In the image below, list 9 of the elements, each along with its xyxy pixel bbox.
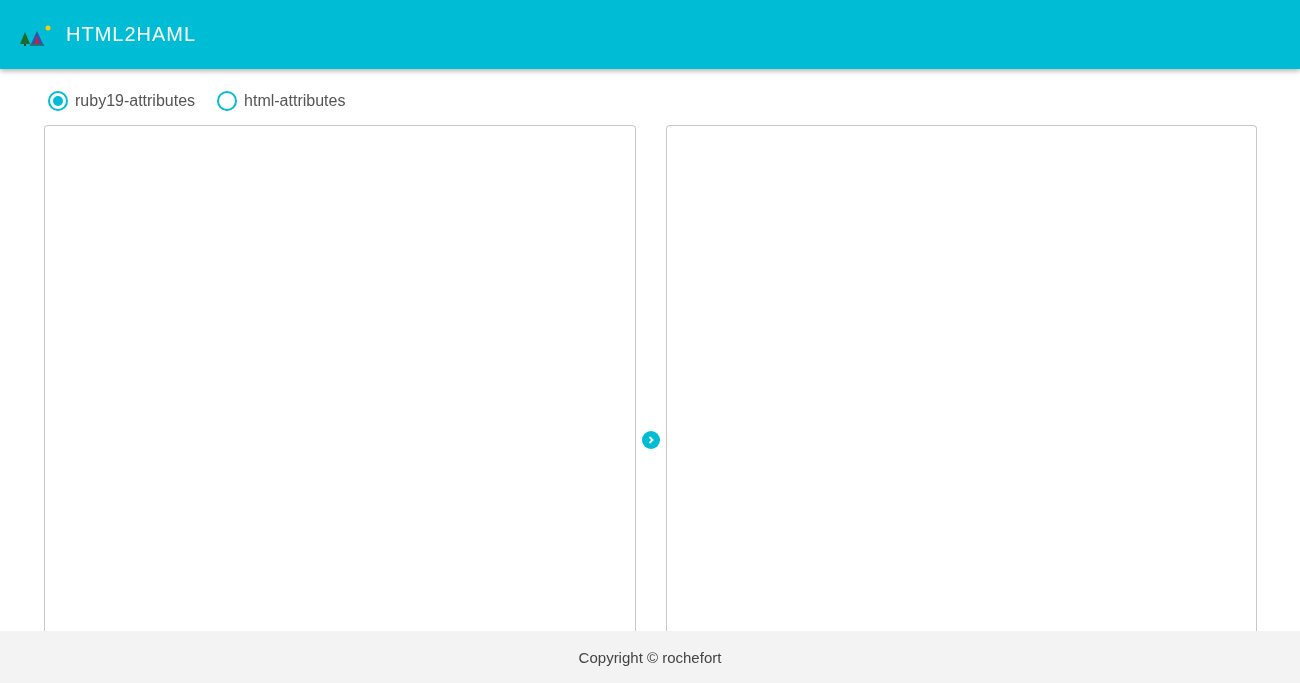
html-input-field[interactable]	[44, 125, 636, 631]
app-title: HTML2HAML	[66, 23, 197, 46]
radio-circle-icon[interactable]	[217, 91, 238, 111]
radio-option[interactable]: ruby19-attributes	[48, 91, 196, 111]
convert-button[interactable]	[641, 431, 660, 449]
copyright-text: Copyright © rochefort	[578, 648, 722, 666]
radio-circle-icon[interactable]	[48, 91, 68, 111]
radio-option[interactable]: html-attributes	[217, 91, 346, 111]
haml-output-field[interactable]	[665, 125, 1257, 631]
